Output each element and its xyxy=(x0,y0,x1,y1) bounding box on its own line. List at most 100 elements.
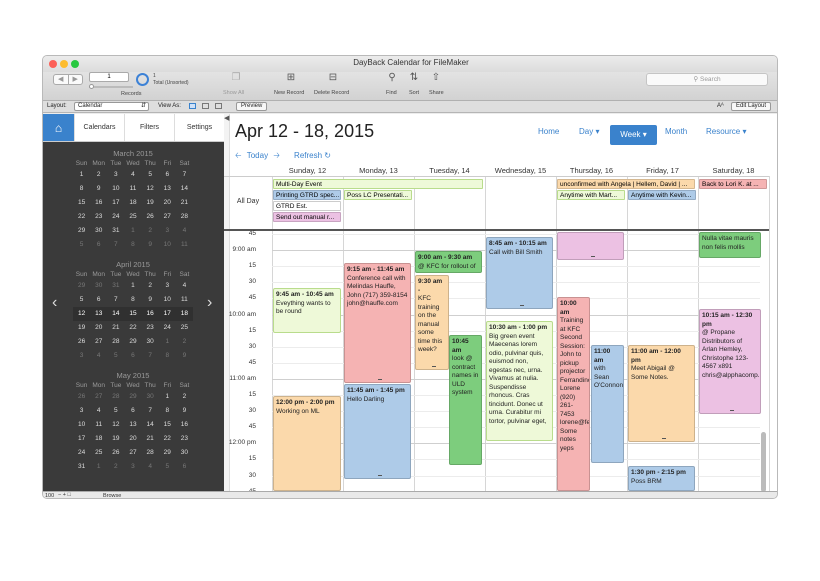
mini-calendar-day[interactable]: 7 xyxy=(176,168,193,182)
next-record-icon[interactable]: ▶ xyxy=(69,75,83,84)
day-header[interactable]: Sunday, 12 xyxy=(272,166,343,176)
all-day-event[interactable]: unconfirmed with Angela | Hellem, David … xyxy=(557,179,695,189)
mini-calendar-day[interactable]: 2 xyxy=(176,335,193,349)
share-button[interactable]: Share xyxy=(429,90,444,96)
mini-calendar-day[interactable]: 26 xyxy=(73,390,90,404)
show-all-icon[interactable]: ❐ xyxy=(226,72,246,83)
prev-record-icon[interactable]: ◀ xyxy=(54,75,69,84)
mini-calendar-day[interactable]: 17 xyxy=(107,196,124,210)
mini-calendar-day[interactable]: 9 xyxy=(142,293,159,307)
mini-calendar-day[interactable]: 6 xyxy=(90,238,107,252)
mini-calendar-day[interactable]: 29 xyxy=(73,279,90,293)
today-button[interactable]: Today xyxy=(247,151,268,160)
mini-calendar-day[interactable]: 1 xyxy=(159,335,176,349)
mini-calendar-day[interactable]: 15 xyxy=(73,196,90,210)
mini-calendar-day[interactable]: 21 xyxy=(107,321,124,335)
event[interactable]: 9:45 am - 10:45 am Eveything wants to be … xyxy=(273,288,341,333)
mini-calendar-day[interactable]: 11 xyxy=(90,418,107,432)
mini-calendar-title[interactable]: April 2015 xyxy=(73,260,193,270)
event[interactable]: Nulla vitae mauris non felis mollis xyxy=(699,232,761,258)
mini-calendar-day[interactable]: 3 xyxy=(73,349,90,363)
mini-calendar-day[interactable]: 2 xyxy=(176,390,193,404)
mini-calendar-day[interactable]: 3 xyxy=(159,279,176,293)
search-input[interactable]: ⚲ Search xyxy=(646,73,768,86)
tab-calendars[interactable]: Calendars xyxy=(74,114,124,141)
mini-calendar-day[interactable]: 14 xyxy=(107,307,125,321)
sort-icon[interactable]: ⇅ xyxy=(404,72,424,83)
all-day-event[interactable]: Poss LC Presentati... xyxy=(344,190,412,200)
mini-calendar-day[interactable]: 19 xyxy=(73,321,90,335)
mini-calendar-day[interactable]: 1 xyxy=(73,168,90,182)
nav-week[interactable]: Week ▾ xyxy=(610,125,657,145)
mini-calendar-day[interactable]: 3 xyxy=(73,404,90,418)
mini-calendar-day[interactable]: 11 xyxy=(176,238,193,252)
mini-calendar-day[interactable]: 1 xyxy=(124,224,141,238)
mini-calendar-day[interactable]: 9 xyxy=(142,238,159,252)
mini-calendar-day[interactable]: 10 xyxy=(159,293,176,307)
nav-resource[interactable]: Resource ▾ xyxy=(706,127,747,136)
mini-calendar-day[interactable]: 12 xyxy=(142,182,159,196)
mini-calendar-day[interactable]: 19 xyxy=(107,432,124,446)
mini-calendar-day[interactable]: 2 xyxy=(107,460,124,474)
mini-calendar-day[interactable]: 7 xyxy=(107,238,124,252)
event[interactable]: 12:00 pm - 2:00 pm Working on ML xyxy=(273,396,341,491)
new-record-button[interactable]: New Record xyxy=(274,90,304,96)
event[interactable]: 11:00 am with Sean O'Connon xyxy=(591,345,624,463)
sort-button[interactable]: Sort xyxy=(409,90,419,96)
mini-calendar-day[interactable]: 31 xyxy=(73,460,90,474)
mini-calendar-day[interactable]: 26 xyxy=(73,335,90,349)
mini-calendar-day[interactable]: 27 xyxy=(90,335,107,349)
mini-calendar-day[interactable]: 30 xyxy=(90,279,107,293)
mini-calendar-day[interactable]: 6 xyxy=(124,349,141,363)
all-day-event[interactable]: Multi-Day Event xyxy=(273,179,483,189)
mini-calendar-day[interactable]: 4 xyxy=(90,349,107,363)
mini-calendar-day[interactable]: 13 xyxy=(90,307,108,321)
mini-calendar-day[interactable]: 25 xyxy=(124,210,141,224)
tab-filters[interactable]: Filters xyxy=(124,114,174,141)
mini-calendar-day[interactable]: 5 xyxy=(159,460,176,474)
tab-settings[interactable]: Settings xyxy=(174,114,224,141)
refresh-icon[interactable]: ↻ xyxy=(324,151,331,160)
mini-calendar-day[interactable]: 1 xyxy=(159,390,176,404)
mini-calendar-day[interactable]: 27 xyxy=(159,210,176,224)
mini-calendar-day[interactable]: 20 xyxy=(159,196,176,210)
mini-calendar-day[interactable]: 22 xyxy=(159,432,176,446)
all-day-event[interactable]: Anytime with Kevin... xyxy=(628,190,696,200)
mini-calendar-day[interactable]: 5 xyxy=(107,349,124,363)
mini-calendar-day[interactable]: 27 xyxy=(90,390,107,404)
mini-calendar-day[interactable]: 17 xyxy=(73,432,90,446)
mini-calendar-day[interactable]: 5 xyxy=(107,404,124,418)
show-all-button[interactable]: Show All xyxy=(223,90,244,96)
all-day-event[interactable]: Anytime with Mart... xyxy=(557,190,625,200)
event[interactable]: 10:30 am - 1:00 pm Big green event Maecen… xyxy=(486,321,553,441)
mini-calendar-day[interactable]: 21 xyxy=(142,432,159,446)
mini-calendar-day[interactable]: 19 xyxy=(142,196,159,210)
scrollbar[interactable] xyxy=(761,432,766,491)
new-record-icon[interactable]: ⊞ xyxy=(281,72,301,83)
record-number-field[interactable]: 1 xyxy=(89,72,129,82)
mini-calendar-day[interactable]: 23 xyxy=(142,321,159,335)
nav-month[interactable]: Month xyxy=(665,127,687,136)
mini-calendar-day[interactable]: 11 xyxy=(176,293,193,307)
mini-calendar-day[interactable]: 29 xyxy=(124,390,141,404)
edit-layout-button[interactable]: Edit Layout xyxy=(731,102,772,111)
event[interactable]: 10:00 am Training at KFC Second Session: … xyxy=(557,297,590,491)
mini-calendar-day[interactable]: 26 xyxy=(142,210,159,224)
mini-calendar-day[interactable]: 31 xyxy=(107,224,124,238)
mini-calendar-day[interactable]: 8 xyxy=(73,182,90,196)
refresh-button[interactable]: Refresh xyxy=(294,151,322,160)
next-week-icon[interactable]: 🡢 xyxy=(273,151,280,160)
day-header[interactable]: Tuesday, 14 xyxy=(414,166,485,176)
day-header[interactable]: Saturday, 18 xyxy=(698,166,769,176)
find-button[interactable]: Find xyxy=(386,90,397,96)
mini-calendar-day[interactable]: 30 xyxy=(142,335,159,349)
share-icon[interactable]: ⇧ xyxy=(426,72,446,83)
mini-calendar-day[interactable]: 31 xyxy=(107,279,124,293)
mini-calendar-day[interactable]: 16 xyxy=(90,196,107,210)
mini-calendar-day[interactable]: 22 xyxy=(124,321,141,335)
mini-calendar-day[interactable]: 4 xyxy=(142,460,159,474)
mini-calendar-day[interactable]: 18 xyxy=(90,432,107,446)
table-view-icon[interactable] xyxy=(215,103,222,109)
mini-calendar-day[interactable]: 28 xyxy=(107,390,124,404)
mini-calendar-day[interactable]: 23 xyxy=(176,432,193,446)
